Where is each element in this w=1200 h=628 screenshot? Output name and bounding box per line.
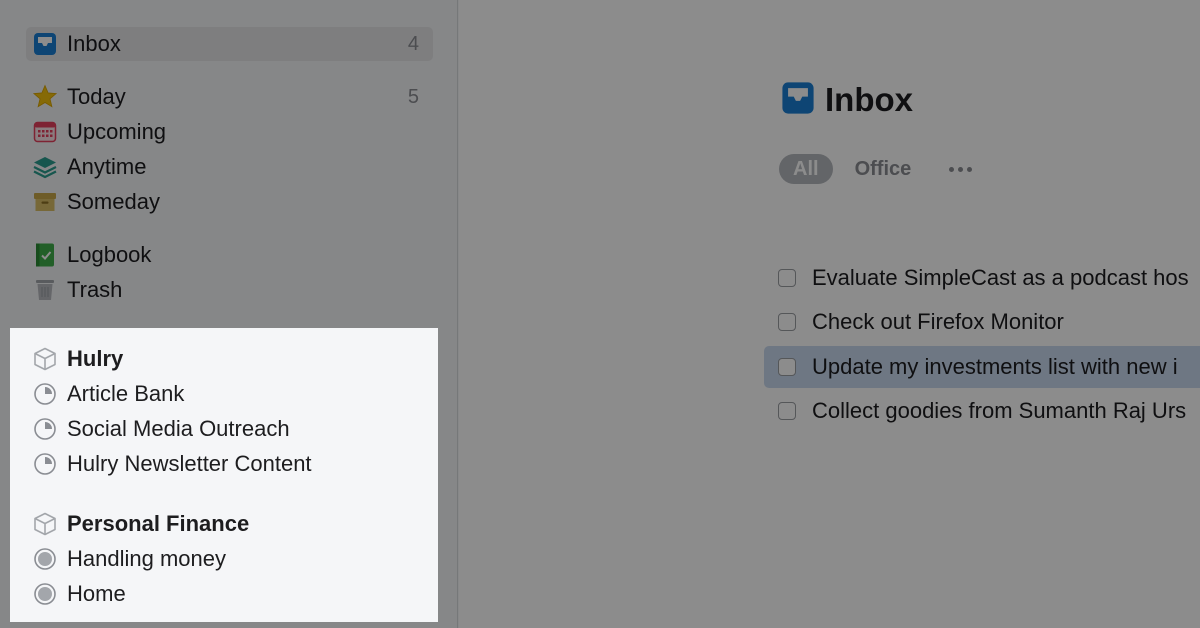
task-checkbox[interactable]: [778, 358, 796, 376]
tab-office[interactable]: Office: [841, 154, 926, 184]
project-item-article-bank[interactable]: Article Bank: [26, 377, 426, 411]
layers-icon: [30, 152, 60, 182]
task-checkbox[interactable]: [778, 269, 796, 287]
sidebar-item-trash[interactable]: Trash: [26, 273, 433, 307]
task-checkbox[interactable]: [778, 402, 796, 420]
task-title: Update my investments list with new i: [812, 354, 1178, 379]
project-label: Home: [67, 581, 126, 606]
sidebar-item-label: Upcoming: [67, 119, 167, 144]
badge-count: 5: [407, 85, 419, 108]
project-item-social-media-outreach[interactable]: Social Media Outreach: [26, 412, 426, 446]
area-label: Hulry: [67, 346, 124, 371]
tag-filter-bar: All Office: [779, 154, 973, 184]
logbook-icon: [30, 240, 60, 270]
area-cube-icon: [30, 344, 60, 374]
trash-icon: [30, 275, 60, 305]
sidebar-item-inbox[interactable]: Inbox 4: [26, 27, 433, 61]
sidebar-item-label: Today: [67, 84, 126, 109]
project-item-home[interactable]: Home: [26, 577, 426, 611]
area-item-hulry[interactable]: Hulry: [26, 342, 426, 376]
project-label: Hulry Newsletter Content: [67, 451, 312, 476]
page-title-text: Inbox: [825, 81, 913, 118]
task-row-selected[interactable]: Update my investments list with new i: [764, 346, 1200, 388]
area-label: Personal Finance: [67, 511, 250, 536]
task-row[interactable]: Evaluate SimpleCast as a podcast hos: [764, 257, 1200, 299]
archive-box-icon: [30, 187, 60, 217]
task-row[interactable]: Collect goodies from Sumanth Raj Urs: [764, 390, 1200, 432]
sidebar-item-someday[interactable]: Someday: [26, 185, 433, 219]
inbox-tray-icon: [30, 29, 60, 59]
project-progress-icon: [30, 449, 60, 479]
inbox-tray-icon: [781, 81, 815, 120]
badge-count: 4: [407, 32, 419, 55]
project-filled-icon: [30, 579, 60, 609]
project-filled-icon: [30, 544, 60, 574]
sidebar-item-today[interactable]: Today 5: [26, 80, 433, 114]
sidebar-item-label: Trash: [67, 277, 123, 302]
task-title: Evaluate SimpleCast as a podcast hos: [812, 265, 1189, 290]
sidebar-item-upcoming[interactable]: Upcoming: [26, 115, 433, 149]
task-row[interactable]: Check out Firefox Monitor: [764, 301, 1200, 343]
sidebar-item-anytime[interactable]: Anytime: [26, 150, 433, 184]
project-progress-icon: [30, 379, 60, 409]
areas-list-highlight: Hulry Article Bank Social Media Outreach: [10, 328, 438, 622]
sidebar-item-logbook[interactable]: Logbook: [26, 238, 433, 272]
ellipsis-icon[interactable]: [949, 166, 973, 172]
calendar-icon: [30, 117, 60, 147]
project-item-handling-money[interactable]: Handling money: [26, 542, 426, 576]
sidebar-item-label: Anytime: [67, 154, 147, 179]
project-label: Article Bank: [67, 381, 185, 406]
tab-all[interactable]: All: [779, 154, 833, 184]
project-label: Social Media Outreach: [67, 416, 290, 441]
task-title: Collect goodies from Sumanth Raj Urs: [812, 398, 1187, 423]
sidebar-item-label: Someday: [67, 189, 160, 214]
project-progress-icon: [30, 414, 60, 444]
sidebar-item-label: Logbook: [67, 242, 152, 267]
project-item-hulry-newsletter-content[interactable]: Hulry Newsletter Content: [26, 447, 426, 481]
main-content: Inbox All Office Evaluate SimpleCast as …: [459, 0, 1200, 628]
task-title: Check out Firefox Monitor: [812, 309, 1064, 334]
area-item-personal-finance[interactable]: Personal Finance: [26, 507, 426, 541]
page-title: Inbox: [781, 80, 913, 120]
area-cube-icon: [30, 509, 60, 539]
sidebar-item-label: Inbox: [67, 31, 121, 56]
task-checkbox[interactable]: [778, 313, 796, 331]
star-icon: [30, 82, 60, 112]
project-label: Handling money: [67, 546, 226, 571]
